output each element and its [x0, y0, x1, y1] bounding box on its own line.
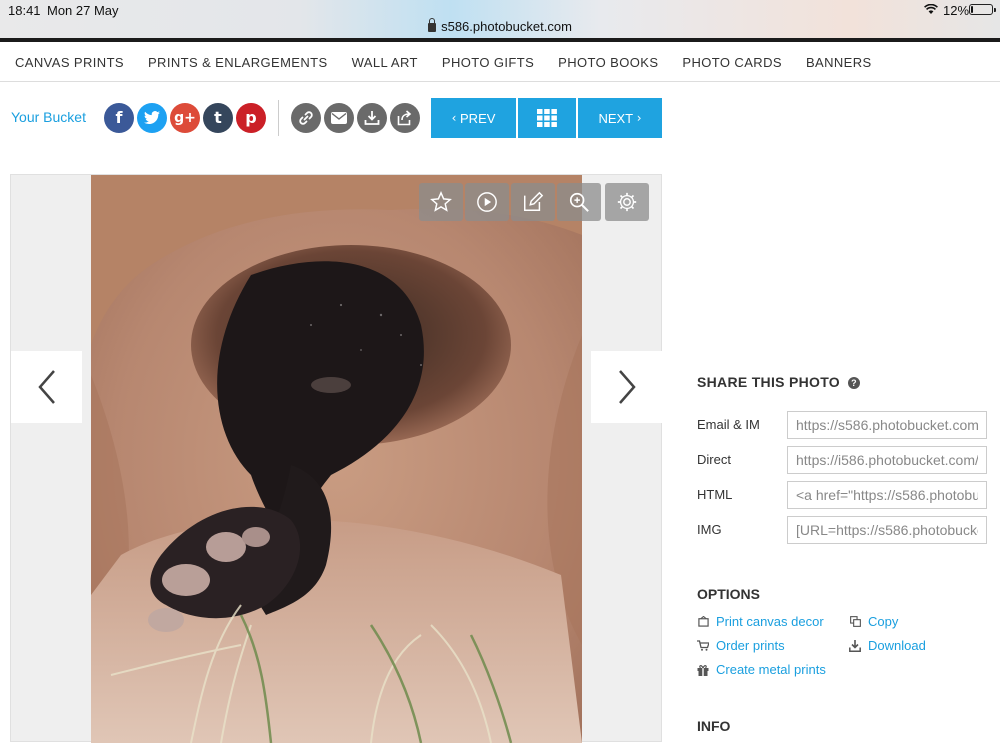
slideshow-button[interactable]	[465, 183, 509, 221]
nav-item-prints-enlargements[interactable]: PRINTS & ENLARGEMENTS	[148, 55, 328, 70]
create-metal-prints-link[interactable]: Create metal prints	[697, 662, 826, 677]
nav-item-photo-books[interactable]: PHOTO BOOKS	[558, 55, 658, 70]
status-date: Mon 27 May	[47, 3, 119, 18]
pinterest-icon[interactable]: p	[236, 103, 266, 133]
chevron-right-icon: ›	[636, 111, 642, 125]
html-label: HTML	[697, 487, 733, 502]
nav-item-photo-cards[interactable]: PHOTO CARDS	[682, 55, 782, 70]
link-icon[interactable]	[291, 103, 321, 133]
download-label: Download	[868, 638, 926, 653]
download-link[interactable]: Download	[849, 638, 926, 653]
grid-icon	[537, 109, 557, 127]
play-icon	[477, 192, 497, 212]
prev-label: PREV	[460, 110, 496, 126]
battery-icon	[969, 4, 996, 15]
address-bar[interactable]: s586.photobucket.com	[0, 18, 1000, 34]
battery-level-fill	[971, 6, 974, 13]
copy-link[interactable]: Copy	[849, 614, 898, 629]
download-icon	[849, 639, 861, 652]
email-im-label: Email & IM	[697, 417, 760, 432]
nav-item-banners[interactable]: BANNERS	[806, 55, 872, 70]
settings-icon	[617, 192, 637, 212]
facebook-icon[interactable]: f	[104, 103, 134, 133]
print-canvas-decor-link[interactable]: Print canvas decor	[697, 614, 824, 629]
wifi-icon	[924, 4, 938, 14]
nav-item-photo-gifts[interactable]: PHOTO GIFTS	[442, 55, 534, 70]
photo-viewer	[10, 174, 662, 743]
star-icon	[430, 191, 452, 212]
tumblr-icon[interactable]: t	[203, 103, 233, 133]
ios-status-bar: 18:41 Mon 27 May s586.photobucket.com 12…	[0, 0, 1000, 40]
email-im-field[interactable]	[787, 411, 987, 439]
photo-image	[91, 175, 582, 743]
chevron-right-icon	[618, 370, 636, 404]
chevron-left-icon: ‹	[451, 111, 457, 125]
order-prints-label: Order prints	[716, 638, 785, 653]
settings-button[interactable]	[605, 183, 649, 221]
copy-icon	[849, 616, 861, 628]
previous-photo-arrow[interactable]	[11, 351, 82, 423]
battery-percent: 12%	[943, 3, 970, 18]
img-label: IMG	[697, 522, 722, 537]
print-canvas-decor-label: Print canvas decor	[716, 614, 824, 629]
zoom-icon	[569, 192, 589, 212]
cart-icon	[697, 640, 709, 652]
twitter-icon[interactable]	[137, 103, 167, 133]
nav-item-wall-art[interactable]: WALL ART	[352, 55, 418, 70]
next-label: NEXT	[598, 110, 634, 126]
share-separator	[278, 100, 279, 136]
img-code-field[interactable]	[787, 516, 987, 544]
email-icon[interactable]	[324, 103, 354, 133]
grid-view-button[interactable]	[518, 98, 576, 138]
create-metal-prints-label: Create metal prints	[716, 662, 826, 677]
status-time: 18:41	[8, 3, 41, 18]
direct-label: Direct	[697, 452, 731, 467]
share-photo-title: SHARE THIS PHOTO	[697, 374, 841, 390]
edit-button[interactable]	[511, 183, 555, 221]
google-plus-icon[interactable]: g+	[170, 103, 200, 133]
share-photo-heading: SHARE THIS PHOTO?	[697, 374, 861, 390]
help-icon[interactable]: ?	[848, 377, 861, 389]
canvas-icon	[697, 616, 709, 628]
edit-icon	[524, 191, 544, 211]
address-url: s586.photobucket.com	[441, 19, 572, 34]
share-icon[interactable]	[390, 103, 420, 133]
photo[interactable]	[91, 175, 582, 743]
next-button[interactable]: NEXT ›	[578, 98, 662, 138]
your-bucket-link[interactable]: Your Bucket	[11, 109, 86, 125]
zoom-button[interactable]	[557, 183, 601, 221]
order-prints-link[interactable]: Order prints	[697, 638, 785, 653]
download-icon[interactable]	[357, 103, 387, 133]
favorite-button[interactable]	[419, 183, 463, 221]
gift-icon	[697, 664, 709, 676]
copy-label: Copy	[868, 614, 899, 629]
html-code-field[interactable]	[787, 481, 987, 509]
options-heading: OPTIONS	[697, 586, 761, 602]
chevron-left-icon	[37, 370, 55, 404]
lock-icon	[428, 18, 437, 32]
direct-link-field[interactable]	[787, 446, 987, 474]
nav-item-canvas-prints[interactable]: CANVAS PRINTS	[15, 55, 124, 70]
prev-button[interactable]: ‹ PREV	[431, 98, 516, 138]
top-nav: CANVAS PRINTS PRINTS & ENLARGEMENTS WALL…	[0, 42, 1000, 82]
info-heading: INFO	[697, 718, 731, 734]
next-photo-arrow[interactable]	[591, 351, 662, 423]
